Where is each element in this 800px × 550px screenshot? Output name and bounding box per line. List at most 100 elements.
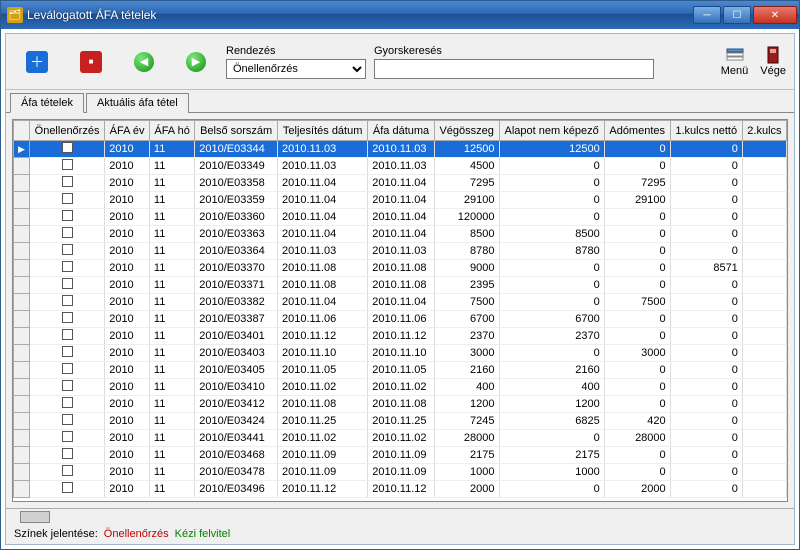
cell[interactable] [742,481,786,498]
cell[interactable]: 2010 [105,345,150,362]
cell[interactable]: 2010.11.10 [278,345,368,362]
table-row[interactable]: ▶2010112010/E033442010.11.032010.11.0312… [14,141,787,158]
cell[interactable]: 0 [499,481,604,498]
cell[interactable]: 2010/E03363 [195,226,278,243]
cell[interactable]: 2010.11.04 [368,192,435,209]
cell[interactable]: 3000 [604,345,670,362]
column-header[interactable]: Belső sorszám [195,121,278,141]
checkbox-icon[interactable] [62,210,73,221]
cell-onellenorzes[interactable] [29,345,104,362]
checkbox-icon[interactable] [62,346,73,357]
cell[interactable]: 7245 [434,413,499,430]
cell[interactable]: 2010.11.02 [278,430,368,447]
cell[interactable]: 0 [499,209,604,226]
table-row[interactable]: 2010112010/E034782010.11.092010.11.09100… [14,464,787,481]
checkbox-icon[interactable] [62,261,73,272]
cell[interactable]: 11 [149,328,194,345]
cell[interactable]: 0 [604,379,670,396]
cell[interactable] [742,209,786,226]
cell-onellenorzes[interactable] [29,362,104,379]
scrollbar-thumb[interactable] [20,511,50,523]
cell[interactable]: 2010/E03478 [195,464,278,481]
end-button[interactable]: Vége [760,46,786,77]
cell[interactable]: 11 [149,396,194,413]
table-row[interactable]: 2010112010/E033712010.11.082010.11.08239… [14,277,787,294]
cell[interactable]: 420 [604,413,670,430]
cell[interactable] [742,396,786,413]
table-row[interactable]: 2010112010/E034012010.11.122010.11.12237… [14,328,787,345]
column-header[interactable]: Végösszeg [434,121,499,141]
cell[interactable]: 2010.11.02 [278,379,368,396]
cell[interactable]: 2010.11.08 [368,396,435,413]
cell[interactable]: 2010.11.10 [368,345,435,362]
table-row[interactable]: 2010112010/E033492010.11.032010.11.03450… [14,158,787,175]
cell[interactable]: 0 [670,430,742,447]
sort-select[interactable]: Önellenőrzés [226,59,366,79]
cell[interactable]: 0 [670,209,742,226]
menu-button[interactable]: Menü [721,46,749,77]
checkbox-icon[interactable] [62,278,73,289]
cell[interactable]: 2010.11.04 [278,209,368,226]
cell[interactable]: 2010.11.08 [368,277,435,294]
cell[interactable] [742,175,786,192]
cell[interactable]: 2010.11.09 [368,447,435,464]
cell[interactable] [742,379,786,396]
cell[interactable]: 8500 [499,226,604,243]
cell[interactable] [742,158,786,175]
cell-onellenorzes[interactable] [29,311,104,328]
cell[interactable]: 2010/E03403 [195,345,278,362]
cell-onellenorzes[interactable] [29,294,104,311]
cell[interactable]: 0 [499,158,604,175]
cell[interactable] [742,447,786,464]
checkbox-icon[interactable] [62,448,73,459]
checkbox-icon[interactable] [62,329,73,340]
cell[interactable]: 2010.11.25 [278,413,368,430]
column-header[interactable]: ÁFA hó [149,121,194,141]
cell[interactable]: 11 [149,243,194,260]
cell[interactable]: 2010/E03401 [195,328,278,345]
cell[interactable]: 11 [149,362,194,379]
cell[interactable]: 2010.11.04 [368,209,435,226]
cell-onellenorzes[interactable] [29,413,104,430]
close-button[interactable]: ✕ [753,6,797,24]
cell[interactable]: 2010.11.04 [368,294,435,311]
checkbox-icon[interactable] [62,193,73,204]
cell[interactable]: 0 [499,345,604,362]
cell[interactable]: 0 [670,294,742,311]
cell[interactable]: 0 [604,362,670,379]
cell[interactable]: 2010 [105,396,150,413]
cell[interactable]: 2010 [105,328,150,345]
cell[interactable]: 0 [670,413,742,430]
table-row[interactable]: 2010112010/E033642010.11.032010.11.03878… [14,243,787,260]
add-button[interactable]: ＋ [26,51,48,73]
cell[interactable]: 2010 [105,277,150,294]
cell[interactable]: 2010.11.05 [368,362,435,379]
cell[interactable]: 2010/E03344 [195,141,278,158]
checkbox-icon[interactable] [62,465,73,476]
table-row[interactable]: 2010112010/E033702010.11.082010.11.08900… [14,260,787,277]
cell[interactable]: 0 [670,362,742,379]
cell-onellenorzes[interactable] [29,396,104,413]
cell[interactable]: 2010/E03496 [195,481,278,498]
cell[interactable] [742,345,786,362]
cell[interactable]: 2010 [105,481,150,498]
cell[interactable]: 0 [670,192,742,209]
cell[interactable]: 2010 [105,447,150,464]
cell[interactable]: 2010 [105,362,150,379]
checkbox-icon[interactable] [62,312,73,323]
minimize-button[interactable]: ─ [693,6,721,24]
table-row[interactable]: 2010112010/E034052010.11.052010.11.05216… [14,362,787,379]
cell[interactable]: 120000 [434,209,499,226]
cell-onellenorzes[interactable] [29,158,104,175]
cell[interactable]: 2010 [105,413,150,430]
tab-aktualis-afa-tetel[interactable]: Aktuális áfa tétel [86,93,189,113]
table-row[interactable]: 2010112010/E034122010.11.082010.11.08120… [14,396,787,413]
cell[interactable]: 0 [499,277,604,294]
cell[interactable]: 2000 [434,481,499,498]
tab-afa-tetelek[interactable]: Áfa tételek [10,93,84,113]
checkbox-icon[interactable] [62,431,73,442]
cell[interactable]: 2160 [434,362,499,379]
checkbox-icon[interactable] [62,227,73,238]
cell[interactable]: 2010.11.03 [368,141,435,158]
cell[interactable]: 2370 [499,328,604,345]
